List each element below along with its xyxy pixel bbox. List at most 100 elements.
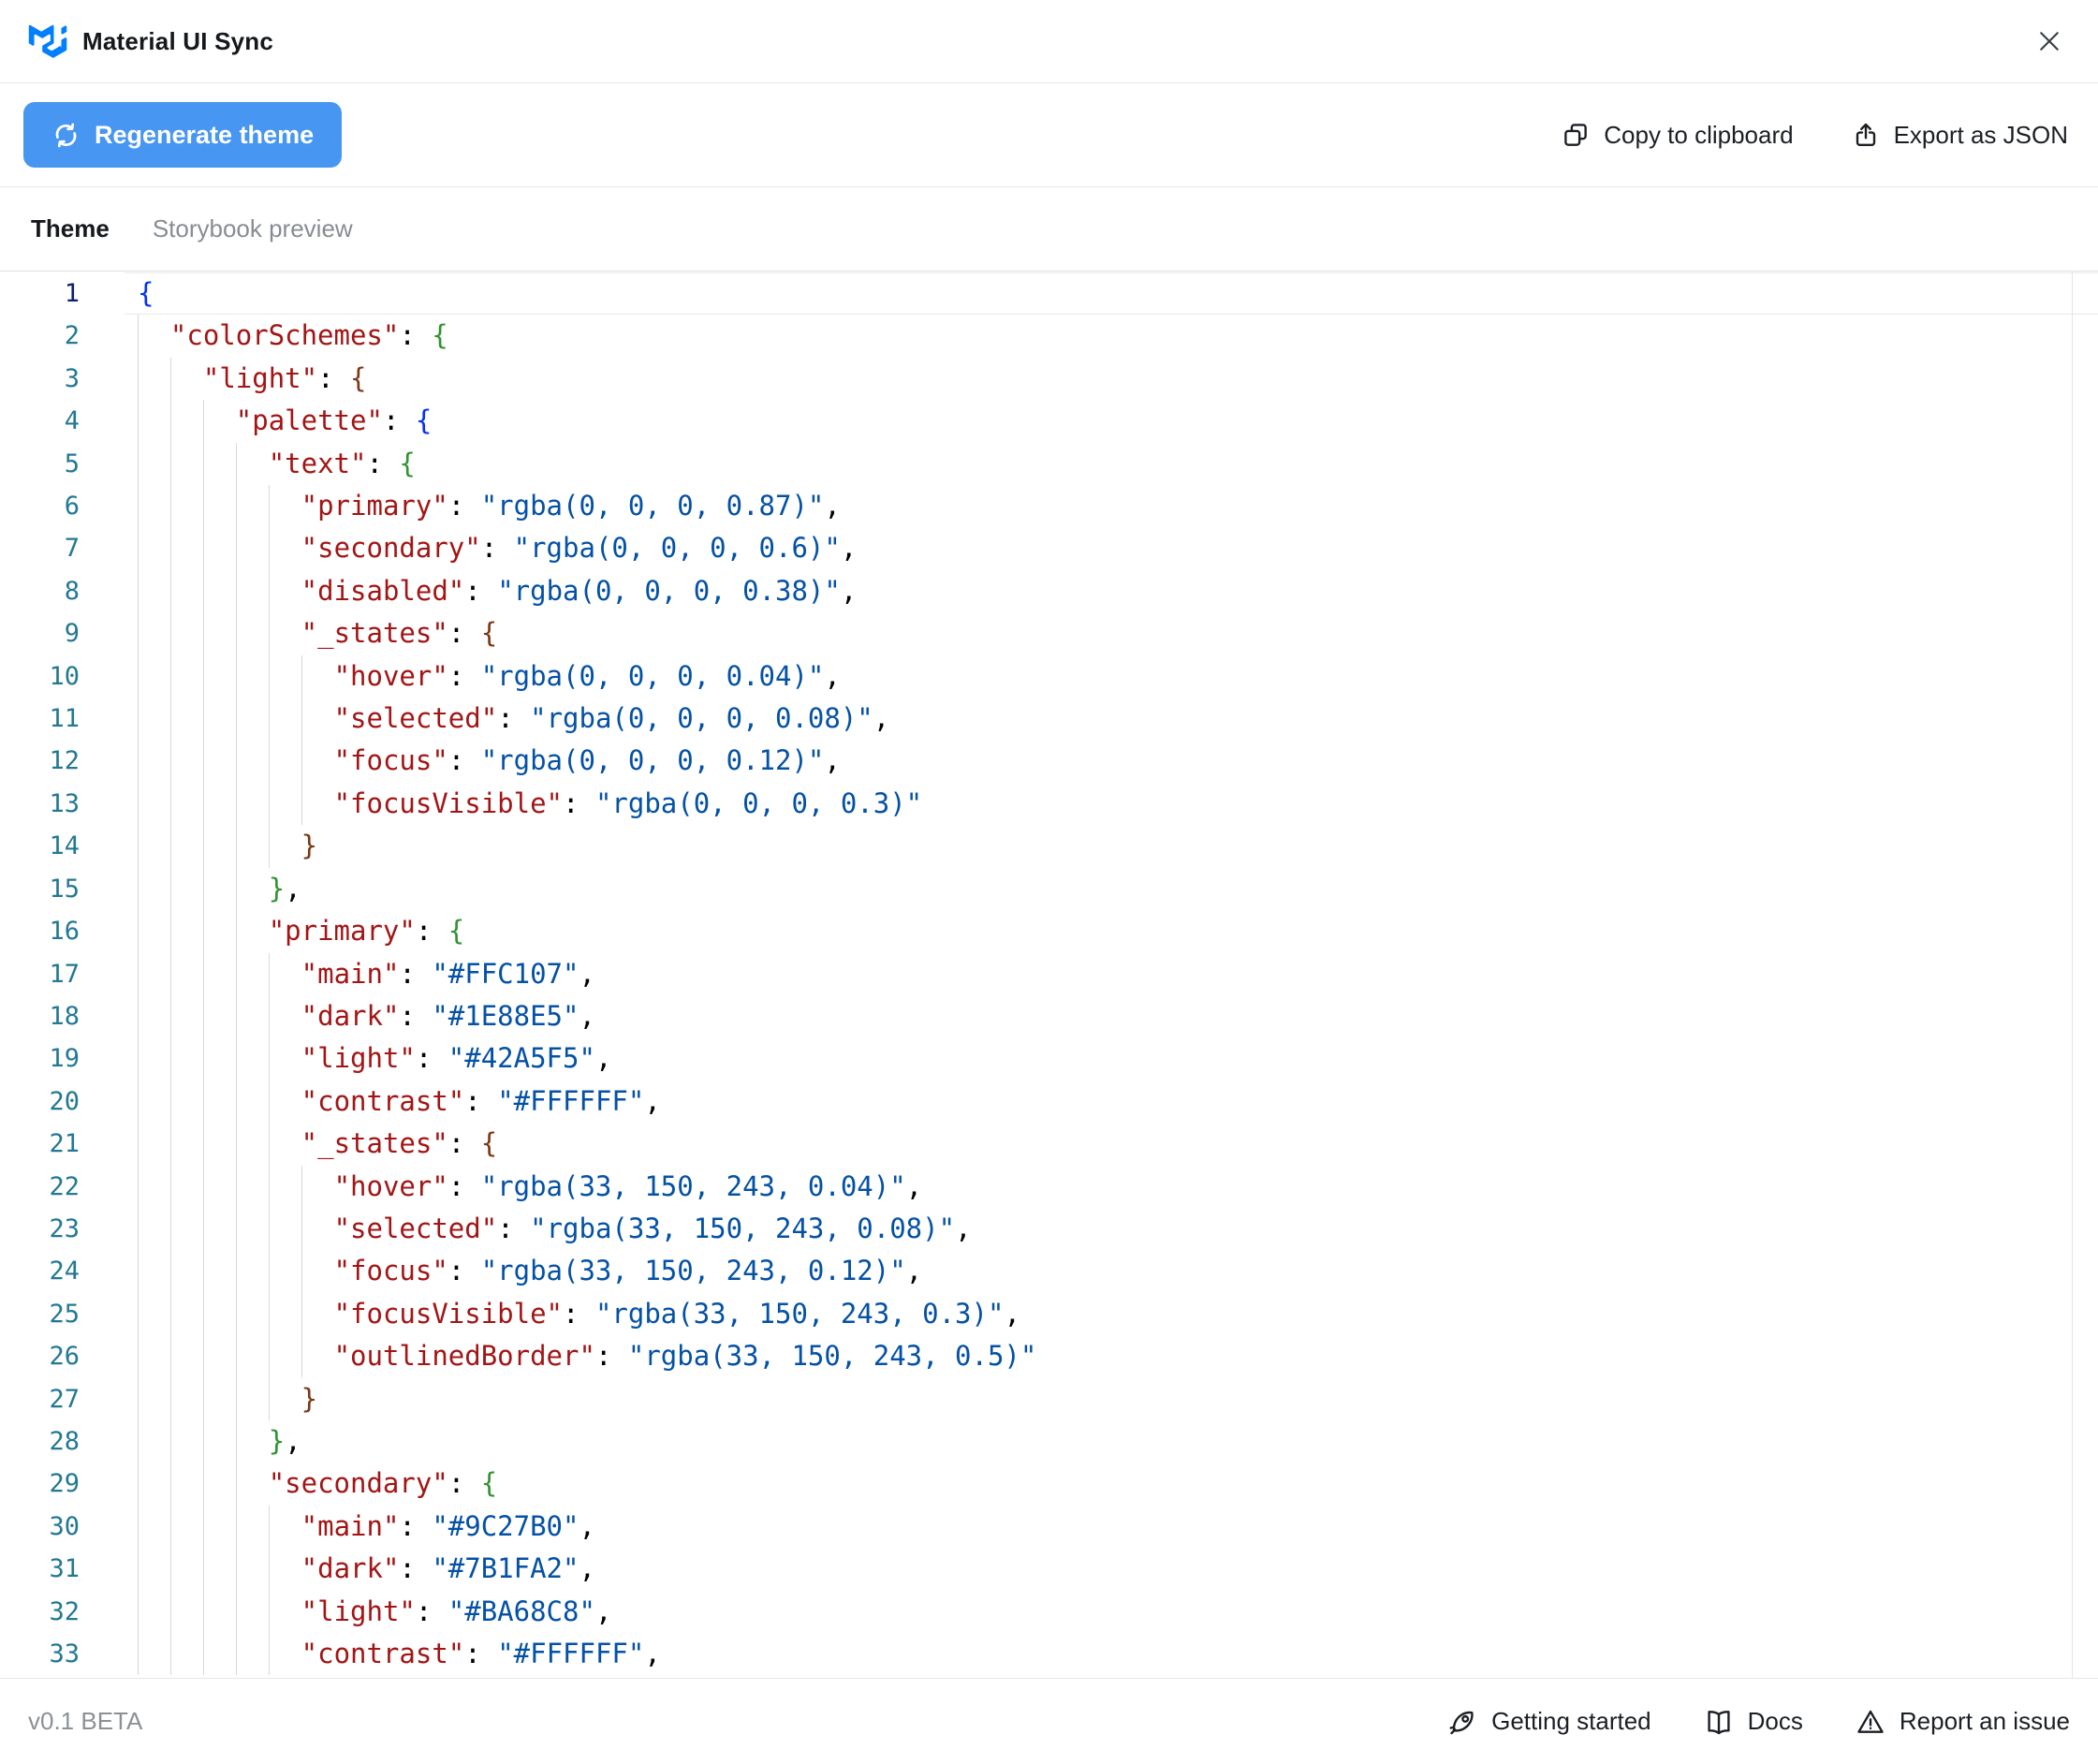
tab-storybook-preview[interactable]: Storybook preview [153,214,353,243]
indent-guide [269,1633,270,1675]
code-line[interactable]: 26"outlinedBorder": "rgba(33, 150, 243, … [0,1335,2098,1377]
code-line[interactable]: 31"dark": "#7B1FA2", [0,1548,2098,1590]
code-line[interactable]: 2"colorSchemes": { [0,315,2098,357]
indent-guide [269,1548,270,1590]
indent-guide [170,485,171,527]
indent-guide [170,825,171,867]
code-line[interactable]: 13"focusVisible": "rgba(0, 0, 0, 0.3)" [0,783,2098,825]
line-number: 14 [0,825,80,867]
indent-guide [236,1335,237,1377]
code-line[interactable]: 10"hover": "rgba(0, 0, 0, 0.04)", [0,655,2098,698]
code-line[interactable]: 22"hover": "rgba(33, 150, 243, 0.04)", [0,1166,2098,1208]
indent-guide [269,1208,270,1250]
indent-guide [138,1591,139,1633]
indent-guide [236,910,237,952]
indent-guide [269,1166,270,1208]
code-line[interactable]: 18"dark": "#1E88E5", [0,995,2098,1037]
indent-guide [236,1591,237,1633]
code-line[interactable]: 32"light": "#BA68C8", [0,1591,2098,1633]
indent-guide [138,1123,139,1165]
line-number: 28 [0,1420,80,1463]
copy-to-clipboard-button[interactable]: Copy to clipboard [1562,121,1793,150]
code-text: "text": { [138,443,416,485]
code-line[interactable]: 17"main": "#FFC107", [0,953,2098,995]
indent-guide [269,1293,270,1335]
version-label: v0.1 BETA [28,1707,142,1736]
export-as-json-label: Export as JSON [1894,121,2068,150]
code-text: "focusVisible": "rgba(33, 150, 243, 0.3)… [138,1293,1020,1335]
code-text: }, [138,1420,301,1463]
indent-guide [269,1335,270,1377]
tab-theme[interactable]: Theme [31,214,110,243]
code-line[interactable]: 14} [0,825,2098,867]
code-line[interactable]: 16"primary": { [0,910,2098,952]
indent-guide [269,783,270,825]
code-line[interactable]: 9"_states": { [0,612,2098,654]
getting-started-link[interactable]: Getting started [1447,1707,1651,1737]
docs-link[interactable]: Docs [1704,1707,1803,1737]
code-line[interactable]: 33"contrast": "#FFFFFF", [0,1633,2098,1675]
line-number: 30 [0,1506,80,1548]
code-editor[interactable]: 1{2"colorSchemes": {3"light": {4"palette… [0,272,2098,1678]
line-number: 32 [0,1591,80,1633]
indent-guide [170,1123,171,1165]
code-lines: 1{2"colorSchemes": {3"light": {4"palette… [0,272,2098,1675]
code-line[interactable]: 24 "focus": "rgba(33, 150, 243, 0.12)", [0,1250,2098,1292]
code-line[interactable]: 25"focusVisible": "rgba(33, 150, 243, 0.… [0,1293,2098,1335]
indent-guide [203,783,204,825]
getting-started-label: Getting started [1491,1707,1651,1736]
code-text: "focus": "rgba(33, 150, 243, 0.12)", [138,1250,922,1292]
indent-guide [203,1293,204,1335]
code-line[interactable]: 29"secondary": { [0,1463,2098,1505]
code-line[interactable]: 3"light": { [0,358,2098,400]
code-line[interactable]: 8"disabled": "rgba(0, 0, 0, 0.38)", [0,570,2098,612]
code-line[interactable]: 1{ [0,272,2098,315]
code-line[interactable]: 12"focus": "rgba(0, 0, 0, 0.12)", [0,740,2098,782]
report-an-issue-link[interactable]: Report an issue [1856,1707,2070,1737]
code-line[interactable]: 6"primary": "rgba(0, 0, 0, 0.87)", [0,485,2098,527]
indent-guide [170,783,171,825]
indent-guide [138,1293,139,1335]
line-number: 13 [0,783,80,825]
indent-guide [301,740,302,782]
regenerate-theme-button[interactable]: Regenerate theme [23,102,342,168]
indent-guide [236,783,237,825]
indent-guide [269,1378,270,1420]
code-line[interactable]: 28}, [0,1420,2098,1463]
indent-guide [170,1463,171,1505]
indent-guide [236,1037,237,1080]
tab-bar: Theme Storybook preview [0,187,2098,272]
code-line[interactable]: 4"palette": { [0,400,2098,442]
open-book-icon [1704,1707,1734,1737]
code-line[interactable]: 21"_states": { [0,1123,2098,1165]
code-text: "primary": { [138,910,464,952]
code-line[interactable]: 11"selected": "rgba(0, 0, 0, 0.08)", [0,698,2098,740]
copy-icon [1562,121,1590,149]
code-line[interactable]: 27} [0,1378,2098,1420]
indent-guide [138,655,139,698]
indent-guide [203,995,204,1037]
code-line[interactable]: 15}, [0,868,2098,910]
code-line[interactable]: 5"text": { [0,443,2098,485]
code-line[interactable]: 20"contrast": "#FFFFFF", [0,1080,2098,1123]
code-line[interactable]: 19"light": "#42A5F5", [0,1037,2098,1080]
code-text: "main": "#9C27B0", [138,1506,595,1548]
indent-guide [236,485,237,527]
close-button[interactable] [2029,21,2070,62]
line-number: 7 [0,527,80,569]
code-line[interactable]: 23"selected": "rgba(33, 150, 243, 0.08)"… [0,1208,2098,1250]
indent-guide [203,443,204,485]
indent-guide [269,485,270,527]
code-line[interactable]: 7"secondary": "rgba(0, 0, 0, 0.6)", [0,527,2098,569]
code-line[interactable]: 30 "main": "#9C27B0", [0,1506,2098,1548]
indent-guide [203,1166,204,1208]
export-as-json-button[interactable]: Export as JSON [1852,121,2068,150]
line-number: 27 [0,1378,80,1420]
indent-guide [203,1250,204,1292]
warning-triangle-icon [1856,1707,1885,1737]
line-number: 12 [0,740,80,782]
indent-guide [138,1335,139,1377]
line-number: 24 [0,1250,80,1292]
indent-guide [203,1037,204,1080]
indent-guide [269,1506,270,1548]
